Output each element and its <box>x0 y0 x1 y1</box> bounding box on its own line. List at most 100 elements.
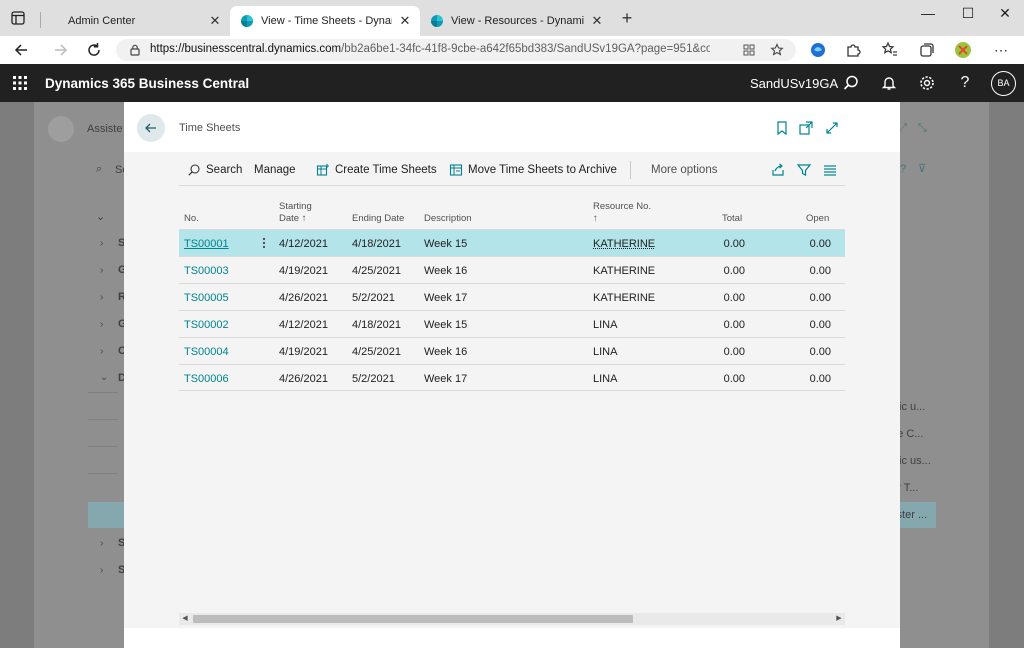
cell-total[interactable]: 0.00 <box>685 238 745 250</box>
cell-starting-date[interactable]: 4/26/2021 <box>279 373 328 385</box>
cell-description[interactable]: Week 16 <box>424 265 467 277</box>
cell-open[interactable]: 0.00 <box>771 319 831 331</box>
cell-no[interactable]: TS00001 <box>184 238 229 250</box>
share-icon[interactable] <box>770 162 786 178</box>
settings-gear-icon[interactable] <box>918 74 936 92</box>
edge-extension-icon[interactable] <box>808 40 828 60</box>
more-options-action[interactable]: More options <box>651 154 717 186</box>
column-header-resource-no[interactable]: Resource No. ↑ <box>593 201 651 225</box>
cell-ending-date[interactable]: 4/25/2021 <box>352 346 401 358</box>
list-view-icon[interactable] <box>822 162 838 178</box>
cell-starting-date[interactable]: 4/26/2021 <box>279 292 328 304</box>
close-tab-icon[interactable]: ✕ <box>398 14 412 28</box>
cell-no[interactable]: TS00005 <box>184 292 229 304</box>
cell-total[interactable]: 0.00 <box>685 319 745 331</box>
scrollbar-thumb[interactable] <box>193 615 633 623</box>
open-in-new-window-icon[interactable] <box>798 120 814 136</box>
settings-more-icon[interactable]: ⋯ <box>991 40 1011 60</box>
cell-total[interactable]: 0.00 <box>685 292 745 304</box>
collections-icon[interactable] <box>917 40 937 60</box>
cell-total[interactable]: 0.00 <box>685 373 745 385</box>
table-row[interactable]: TS00002 4/12/2021 4/18/2021 Week 15 LINA… <box>179 310 845 337</box>
company-name[interactable]: SandUSv19GA <box>750 76 838 91</box>
table-row[interactable]: TS00001 4/12/2021 4/18/2021 Week 15 KATH… <box>179 229 845 256</box>
expand-icon[interactable] <box>824 120 840 136</box>
cell-description[interactable]: Week 17 <box>424 373 467 385</box>
cell-resource-no[interactable]: KATHERINE <box>593 292 655 304</box>
create-time-sheets-action[interactable]: Create Time Sheets <box>316 154 437 186</box>
back-arrow-icon[interactable] <box>12 40 32 60</box>
close-tab-icon[interactable]: ✕ <box>208 14 222 28</box>
extensions-puzzle-icon[interactable] <box>843 40 863 60</box>
column-header-open[interactable]: Open <box>806 213 829 225</box>
cell-open[interactable]: 0.00 <box>771 292 831 304</box>
cell-starting-date[interactable]: 4/19/2021 <box>279 346 328 358</box>
browser-tab-resources[interactable]: View - Resources - Dynamics 365 ✕ <box>420 6 612 36</box>
cell-description[interactable]: Week 16 <box>424 346 467 358</box>
app-title[interactable]: Dynamics 365 Business Central <box>45 76 249 91</box>
cell-open[interactable]: 0.00 <box>771 238 831 250</box>
filter-icon[interactable] <box>796 162 812 178</box>
cell-resource-no[interactable]: KATHERINE <box>593 238 655 250</box>
user-avatar[interactable]: BA <box>991 71 1016 96</box>
cell-description[interactable]: Week 15 <box>424 238 467 250</box>
cell-resource-no[interactable]: LINA <box>593 319 617 331</box>
cell-description[interactable]: Week 15 <box>424 319 467 331</box>
bookmark-icon[interactable] <box>774 120 790 136</box>
table-row[interactable]: TS00005 4/26/2021 5/2/2021 Week 17 KATHE… <box>179 283 845 310</box>
cell-total[interactable]: 0.00 <box>685 346 745 358</box>
search-icon[interactable] <box>842 74 860 92</box>
column-header-starting-date[interactable]: Starting Date ↑ <box>279 201 312 225</box>
browser-tab-time-sheets[interactable]: View - Time Sheets - Dynamics 3 ✕ <box>230 6 420 36</box>
browser-tab-admin-center[interactable]: Admin Center ✕ <box>58 6 230 36</box>
column-header-ending-date[interactable]: Ending Date <box>352 213 404 225</box>
notifications-bell-icon[interactable] <box>880 74 898 92</box>
refresh-icon[interactable] <box>84 40 104 60</box>
new-tab-button[interactable]: + <box>619 9 635 27</box>
cell-ending-date[interactable]: 5/2/2021 <box>352 292 395 304</box>
cell-ending-date[interactable]: 5/2/2021 <box>352 373 395 385</box>
cell-no[interactable]: TS00004 <box>184 346 229 358</box>
close-window-button[interactable]: ✕ <box>990 2 1020 24</box>
cell-ending-date[interactable]: 4/25/2021 <box>352 265 401 277</box>
cell-starting-date[interactable]: 4/12/2021 <box>279 238 328 250</box>
help-icon[interactable]: ? <box>956 74 974 92</box>
cell-open[interactable]: 0.00 <box>771 346 831 358</box>
column-header-total[interactable]: Total <box>722 213 742 225</box>
cell-open[interactable]: 0.00 <box>771 373 831 385</box>
back-button[interactable] <box>137 114 165 142</box>
app-launcher-waffle-icon[interactable] <box>12 75 28 91</box>
close-tab-icon[interactable]: ✕ <box>590 14 604 28</box>
scroll-right-arrow-icon[interactable]: ▶ <box>833 613 845 625</box>
favorite-star-icon[interactable] <box>770 43 784 57</box>
scroll-left-arrow-icon[interactable]: ◀ <box>179 613 191 625</box>
cell-no[interactable]: TS00006 <box>184 373 229 385</box>
column-header-description[interactable]: Description <box>424 213 472 225</box>
cell-starting-date[interactable]: 4/19/2021 <box>279 265 328 277</box>
profile-avatar-icon[interactable] <box>953 40 973 60</box>
forward-arrow-icon[interactable] <box>50 40 70 60</box>
minimize-button[interactable]: — <box>913 2 943 24</box>
cell-description[interactable]: Week 17 <box>424 292 467 304</box>
horizontal-scrollbar[interactable]: ◀ ▶ <box>179 613 845 625</box>
cell-no[interactable]: TS00003 <box>184 265 229 277</box>
manage-action[interactable]: Manage <box>254 154 296 186</box>
search-action[interactable]: Search <box>187 154 242 186</box>
table-row[interactable]: TS00004 4/19/2021 4/25/2021 Week 16 LINA… <box>179 337 845 364</box>
cell-ending-date[interactable]: 4/18/2021 <box>352 238 401 250</box>
app-available-icon[interactable] <box>742 43 756 57</box>
cell-starting-date[interactable]: 4/12/2021 <box>279 319 328 331</box>
cell-resource-no[interactable]: LINA <box>593 373 617 385</box>
favorites-icon[interactable] <box>880 40 900 60</box>
address-bar[interactable]: https://businesscentral.dynamics.com/bb2… <box>116 39 796 61</box>
cell-resource-no[interactable]: KATHERINE <box>593 265 655 277</box>
cell-no[interactable]: TS00002 <box>184 319 229 331</box>
tab-actions-icon[interactable] <box>10 10 26 26</box>
table-row[interactable]: TS00003 4/19/2021 4/25/2021 Week 16 KATH… <box>179 256 845 283</box>
lock-icon[interactable] <box>128 43 142 57</box>
cell-total[interactable]: 0.00 <box>685 265 745 277</box>
cell-ending-date[interactable]: 4/18/2021 <box>352 319 401 331</box>
maximize-button[interactable]: ☐ <box>953 2 983 24</box>
column-header-no[interactable]: No. <box>184 213 199 225</box>
move-to-archive-action[interactable]: Move Time Sheets to Archive <box>449 154 617 186</box>
